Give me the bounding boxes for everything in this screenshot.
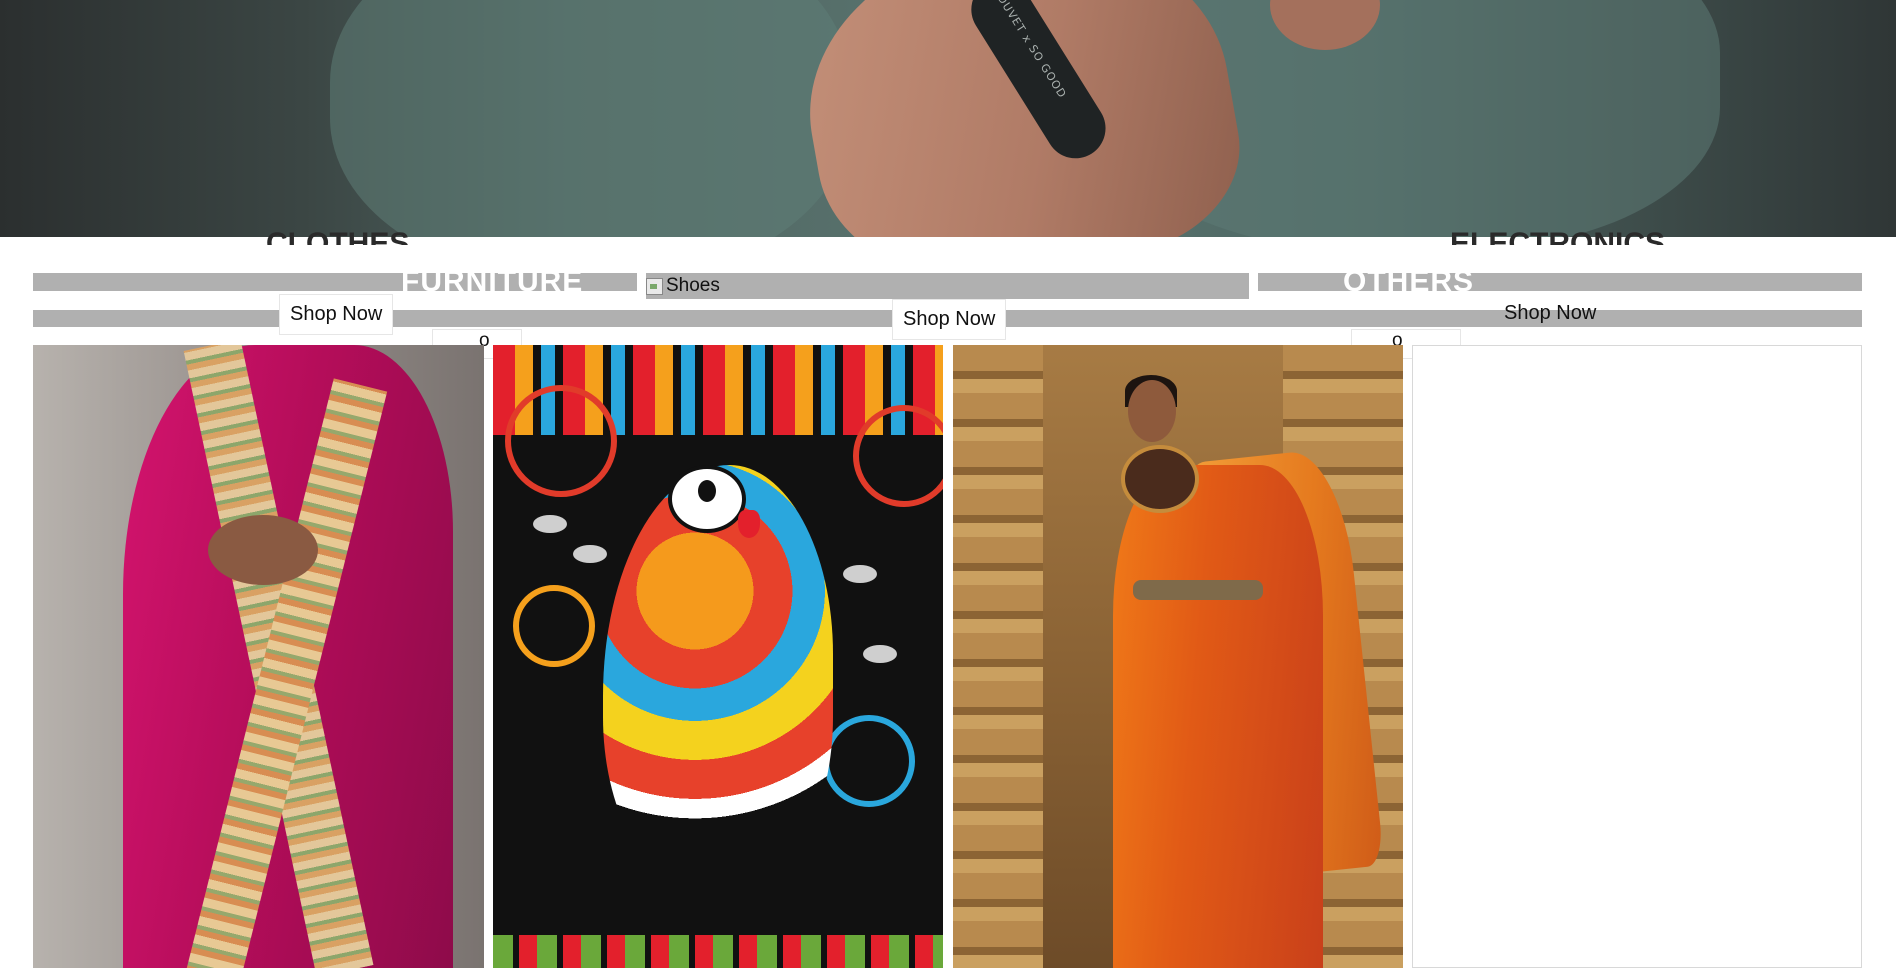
product-tile-pink-saree[interactable]: [33, 345, 484, 968]
hands-shape: [208, 515, 318, 585]
temple-pillar-shape: [953, 345, 1043, 968]
shoes-image-alt: Shoes: [666, 275, 720, 296]
hero-banner: DUVET x SO GOOD: [0, 0, 1896, 237]
shop-now-button-shoes[interactable]: Shop Now: [892, 299, 1007, 340]
waist-belt-shape: [1133, 580, 1263, 600]
leaf-motif: [573, 545, 607, 563]
painting-border-bottom: [493, 935, 943, 968]
saree-body-shape: [1113, 465, 1323, 968]
shoes-image: Shoes: [646, 275, 720, 297]
category-label-clothes: CLOTHES: [266, 231, 416, 245]
product-tile-orange-saree[interactable]: [953, 345, 1403, 968]
hero-shirt-shape: [330, 0, 850, 237]
flower-motif: [505, 385, 617, 497]
leaf-motif: [863, 645, 897, 663]
leaf-motif: [843, 565, 877, 583]
shop-now-button-others[interactable]: Shop Now: [1504, 302, 1596, 325]
category-label-electronics: ELECTRONICS: [1450, 231, 1670, 245]
peacock-beak-shape: [738, 510, 760, 538]
necklace-shape: [1121, 445, 1199, 513]
category-label-others: OTHERS: [1343, 265, 1475, 298]
leaf-motif: [533, 515, 567, 533]
broken-image-icon: [646, 277, 663, 295]
product-tile-empty[interactable]: [1412, 345, 1862, 968]
category-bar-shoes: [646, 273, 1249, 299]
flower-motif: [853, 405, 943, 507]
face-shape: [1128, 380, 1176, 442]
peacock-eye-shape: [698, 480, 716, 502]
product-tile-madhubani-painting[interactable]: [493, 345, 943, 968]
flower-motif: [823, 715, 915, 807]
flower-motif: [513, 585, 595, 667]
category-label-furniture: FURNITURE: [401, 265, 584, 298]
shop-now-button-clothes[interactable]: Shop Now: [279, 294, 394, 335]
